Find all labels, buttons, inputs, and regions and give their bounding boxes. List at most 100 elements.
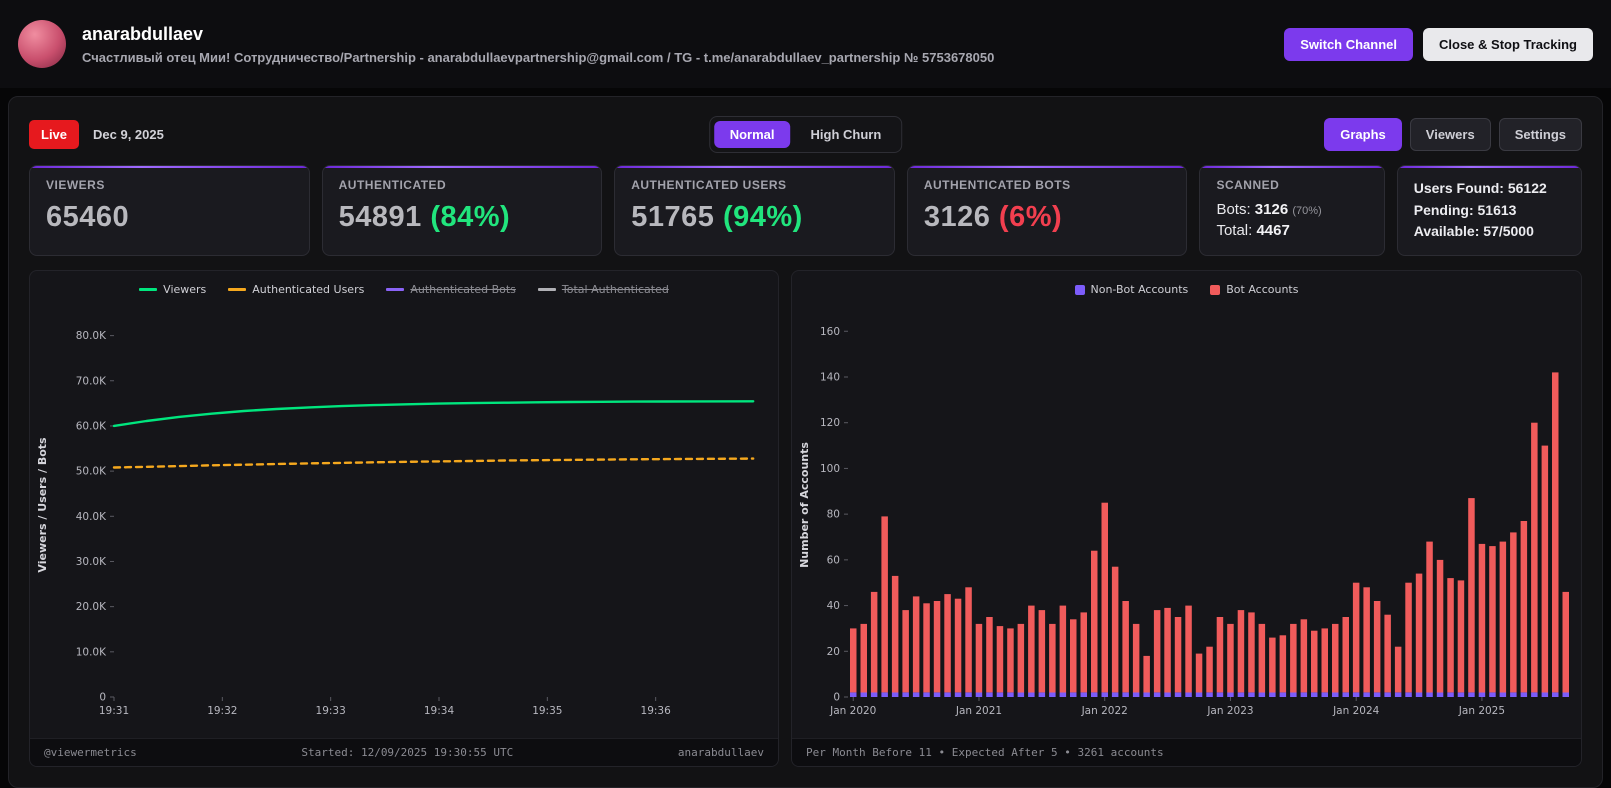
legend-item[interactable]: Viewers — [139, 283, 206, 296]
svg-text:19:34: 19:34 — [424, 705, 455, 717]
date-label: Dec 9, 2025 — [93, 127, 164, 142]
svg-text:19:36: 19:36 — [641, 705, 672, 717]
legend-label: Non-Bot Accounts — [1091, 283, 1189, 296]
avatar[interactable] — [18, 20, 66, 68]
svg-text:80.0K: 80.0K — [76, 330, 107, 342]
scanned-bots-value: 3126 — [1255, 201, 1288, 218]
legend-label: Authenticated Users — [252, 283, 364, 296]
accounts-chart-svg: 020406080100120140160Jan 2020Jan 2021Jan… — [792, 271, 1582, 733]
accounts-chart-body: Non-Bot AccountsBot Accounts 02040608010… — [792, 271, 1581, 738]
svg-text:Jan 2022: Jan 2022 — [1081, 705, 1128, 717]
card-label: SCANNED — [1216, 178, 1367, 192]
legend-swatch — [228, 288, 246, 291]
stat-cards: VIEWERS 65460 AUTHENTICATED 54891 (84%) … — [29, 165, 1582, 256]
tab-viewers[interactable]: Viewers — [1410, 118, 1491, 151]
svg-text:60: 60 — [827, 554, 840, 566]
main-panel: Live Dec 9, 2025 Normal High Churn Graph… — [8, 96, 1603, 788]
value-number: 54891 — [339, 201, 422, 233]
channel-name: anarabdullaev — [82, 24, 1268, 45]
card-authenticated-users: AUTHENTICATED USERS 51765 (94%) — [614, 165, 895, 256]
users-found-line: Users Found: 56122 — [1414, 178, 1565, 200]
svg-text:Jan 2021: Jan 2021 — [955, 705, 1002, 717]
scanned-bots-label: Bots: — [1216, 201, 1250, 218]
controls-row: Live Dec 9, 2025 Normal High Churn Graph… — [29, 117, 1582, 151]
legend-item[interactable]: Total Authenticated — [538, 283, 669, 296]
legend-item[interactable]: Authenticated Bots — [386, 283, 516, 296]
scanned-total-value: 4467 — [1256, 222, 1289, 239]
status-group: Live Dec 9, 2025 — [29, 120, 164, 149]
mode-toggle: Normal High Churn — [709, 116, 903, 153]
header-actions: Switch Channel Close & Stop Tracking — [1284, 28, 1593, 61]
mode-normal-button[interactable]: Normal — [714, 121, 791, 148]
accounts-chart-legend: Non-Bot Accounts Bot Accounts — [792, 283, 1581, 296]
svg-text:40: 40 — [827, 600, 840, 612]
pending-line: Pending: 51613 — [1414, 200, 1565, 222]
authenticated-bots-value: 3126 (6%) — [924, 201, 1171, 234]
legend-swatch — [1075, 285, 1085, 295]
channel-info: anarabdullaev Счастливый отец Мии! Сотру… — [82, 24, 1268, 65]
viewers-chart-svg: 010.0K20.0K30.0K40.0K50.0K60.0K70.0K80.0… — [30, 271, 778, 733]
legend-label: Viewers — [163, 283, 206, 296]
tab-graphs[interactable]: Graphs — [1324, 118, 1402, 151]
watermark-label: @viewermetrics — [44, 746, 137, 759]
svg-text:160: 160 — [820, 326, 840, 338]
legend-swatch — [1210, 285, 1220, 295]
svg-text:10.0K: 10.0K — [76, 646, 107, 658]
legend-label: Authenticated Bots — [410, 283, 516, 296]
svg-text:80: 80 — [827, 509, 840, 521]
available-line: Available: 57/5000 — [1414, 221, 1565, 243]
svg-text:19:35: 19:35 — [532, 705, 562, 717]
mode-high-churn-button[interactable]: High Churn — [795, 121, 898, 148]
svg-text:50.0K: 50.0K — [76, 466, 107, 478]
svg-text:30.0K: 30.0K — [76, 556, 107, 568]
scanned-total-label: Total: — [1216, 222, 1252, 239]
legend-label: Total Authenticated — [562, 283, 669, 296]
card-label: AUTHENTICATED USERS — [631, 178, 878, 192]
viewers-value: 65460 — [46, 201, 293, 234]
svg-text:0: 0 — [833, 692, 840, 704]
svg-text:Jan 2025: Jan 2025 — [1458, 705, 1505, 717]
channel-header: anarabdullaev Счастливый отец Мии! Сотру… — [0, 0, 1611, 88]
legend-swatch — [538, 288, 556, 291]
started-label: Started: 12/09/2025 19:30:55 UTC — [301, 746, 513, 759]
card-users-found: Users Found: 56122 Pending: 51613 Availa… — [1397, 165, 1582, 256]
scanned-total-line: Total: 4467 — [1216, 222, 1367, 239]
value-percent: (84%) — [430, 201, 510, 233]
legend-item[interactable]: Authenticated Users — [228, 283, 364, 296]
svg-text:140: 140 — [820, 372, 840, 384]
svg-text:Number of Accounts: Number of Accounts — [798, 442, 811, 568]
legend-item[interactable]: Bot Accounts — [1210, 283, 1298, 296]
svg-text:19:33: 19:33 — [316, 705, 346, 717]
legend-swatch — [386, 288, 404, 291]
value-number: 3126 — [924, 201, 991, 233]
card-label: AUTHENTICATED — [339, 178, 586, 192]
tab-settings[interactable]: Settings — [1499, 118, 1582, 151]
channel-subtitle: Счастливый отец Мии! Сотрудничество/Part… — [82, 50, 1268, 65]
legend-item[interactable]: Non-Bot Accounts — [1075, 283, 1189, 296]
switch-channel-button[interactable]: Switch Channel — [1284, 28, 1413, 61]
svg-text:Jan 2024: Jan 2024 — [1332, 705, 1380, 717]
authenticated-value: 54891 (84%) — [339, 201, 586, 234]
card-label: VIEWERS — [46, 178, 293, 192]
channel-footer-label: anarabdullaev — [678, 746, 764, 759]
svg-text:70.0K: 70.0K — [76, 375, 107, 387]
svg-text:20: 20 — [827, 646, 840, 658]
card-label: AUTHENTICATED BOTS — [924, 178, 1171, 192]
live-badge[interactable]: Live — [29, 120, 79, 149]
view-tabs: Graphs Viewers Settings — [1324, 118, 1582, 151]
svg-text:120: 120 — [820, 417, 840, 429]
svg-text:Jan 2023: Jan 2023 — [1206, 705, 1253, 717]
value-percent: (94%) — [723, 201, 803, 233]
viewers-chart-legend: Viewers Authenticated Users Authenticated … — [30, 283, 778, 296]
value-percent: (6%) — [999, 201, 1062, 233]
svg-text:40.0K: 40.0K — [76, 511, 107, 523]
card-scanned: SCANNED Bots: 3126 (70%) Total: 4467 — [1199, 165, 1384, 256]
viewers-chart-panel: Viewers Authenticated Users Authenticated … — [29, 270, 779, 767]
close-stop-tracking-button[interactable]: Close & Stop Tracking — [1423, 28, 1593, 61]
legend-label: Bot Accounts — [1226, 283, 1298, 296]
legend-swatch — [139, 288, 157, 291]
accounts-footer-label: Per Month Before 11 • Expected After 5 •… — [806, 746, 1164, 759]
svg-text:19:32: 19:32 — [207, 705, 237, 717]
scanned-bots-percent: (70%) — [1292, 205, 1321, 217]
svg-text:Jan 2020: Jan 2020 — [829, 705, 876, 717]
